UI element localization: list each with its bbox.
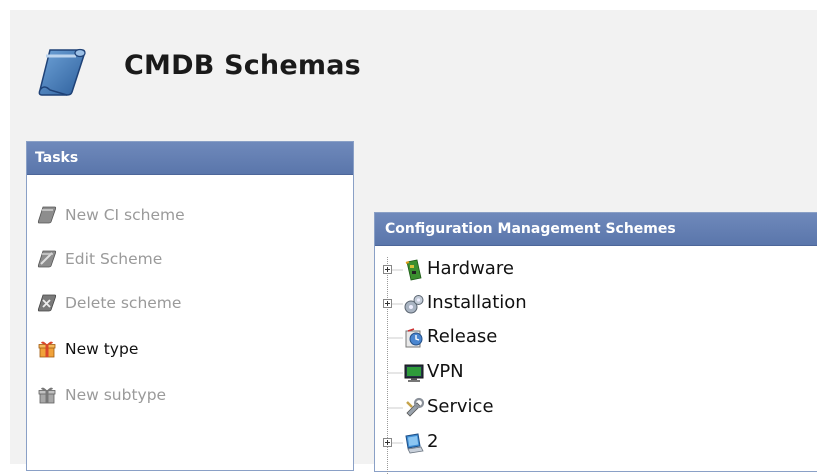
left-strip (0, 0, 10, 464)
new-scheme-icon (37, 206, 57, 224)
tree-node-label: Release (427, 326, 498, 347)
delete-scheme-icon (37, 294, 57, 312)
circuit-board-icon (405, 259, 422, 281)
tree-node-release[interactable]: Release (375, 322, 675, 354)
service-icon (406, 397, 425, 417)
release-icon (405, 328, 423, 348)
tree-node-service[interactable]: Service (375, 392, 675, 424)
tree-node-hardware[interactable]: Hardware (375, 254, 675, 286)
expand-icon[interactable] (383, 265, 392, 274)
task-label: Edit Scheme (65, 250, 163, 268)
tree-node-label: Installation (427, 292, 527, 313)
task-new-ci-scheme[interactable]: New CI scheme (27, 201, 185, 229)
scroll-icon (38, 48, 86, 96)
tree-node-label: VPN (427, 361, 464, 382)
schemes-panel: Configuration Management Schemes Hardwar… (374, 212, 817, 475)
computer-icon (405, 433, 424, 454)
task-label: New type (65, 340, 139, 358)
tree-node-label: Hardware (427, 258, 514, 279)
top-strip (0, 0, 817, 10)
task-edit-scheme[interactable]: Edit Scheme (27, 245, 162, 273)
schemes-panel-header: Configuration Management Schemes (375, 213, 817, 246)
task-new-type[interactable]: New type (27, 335, 138, 363)
task-label: New CI scheme (65, 206, 185, 224)
tree-node-vpn[interactable]: VPN (375, 357, 675, 389)
monitor-icon (404, 364, 424, 382)
gears-icon (404, 295, 424, 314)
task-new-subtype[interactable]: New subtype (27, 381, 166, 409)
page-title: CMDB Schemas (124, 50, 361, 81)
tree-node-2[interactable]: 2 (375, 427, 675, 459)
expand-icon[interactable] (383, 438, 392, 447)
gift-box-icon (38, 387, 56, 404)
task-label: Delete scheme (65, 294, 182, 312)
expand-icon[interactable] (383, 299, 392, 308)
tree-node-installation[interactable]: Installation (375, 288, 675, 320)
gift-box-icon (38, 341, 56, 358)
tree-node-label: Service (427, 396, 494, 417)
tasks-panel: Tasks New CI scheme Edit Scheme Delete s… (26, 141, 354, 471)
edit-scheme-icon (37, 250, 57, 268)
task-label: New subtype (65, 386, 167, 404)
task-delete-scheme[interactable]: Delete scheme (27, 289, 181, 317)
tree-node-label: 2 (427, 431, 439, 452)
tasks-panel-header: Tasks (27, 142, 353, 175)
